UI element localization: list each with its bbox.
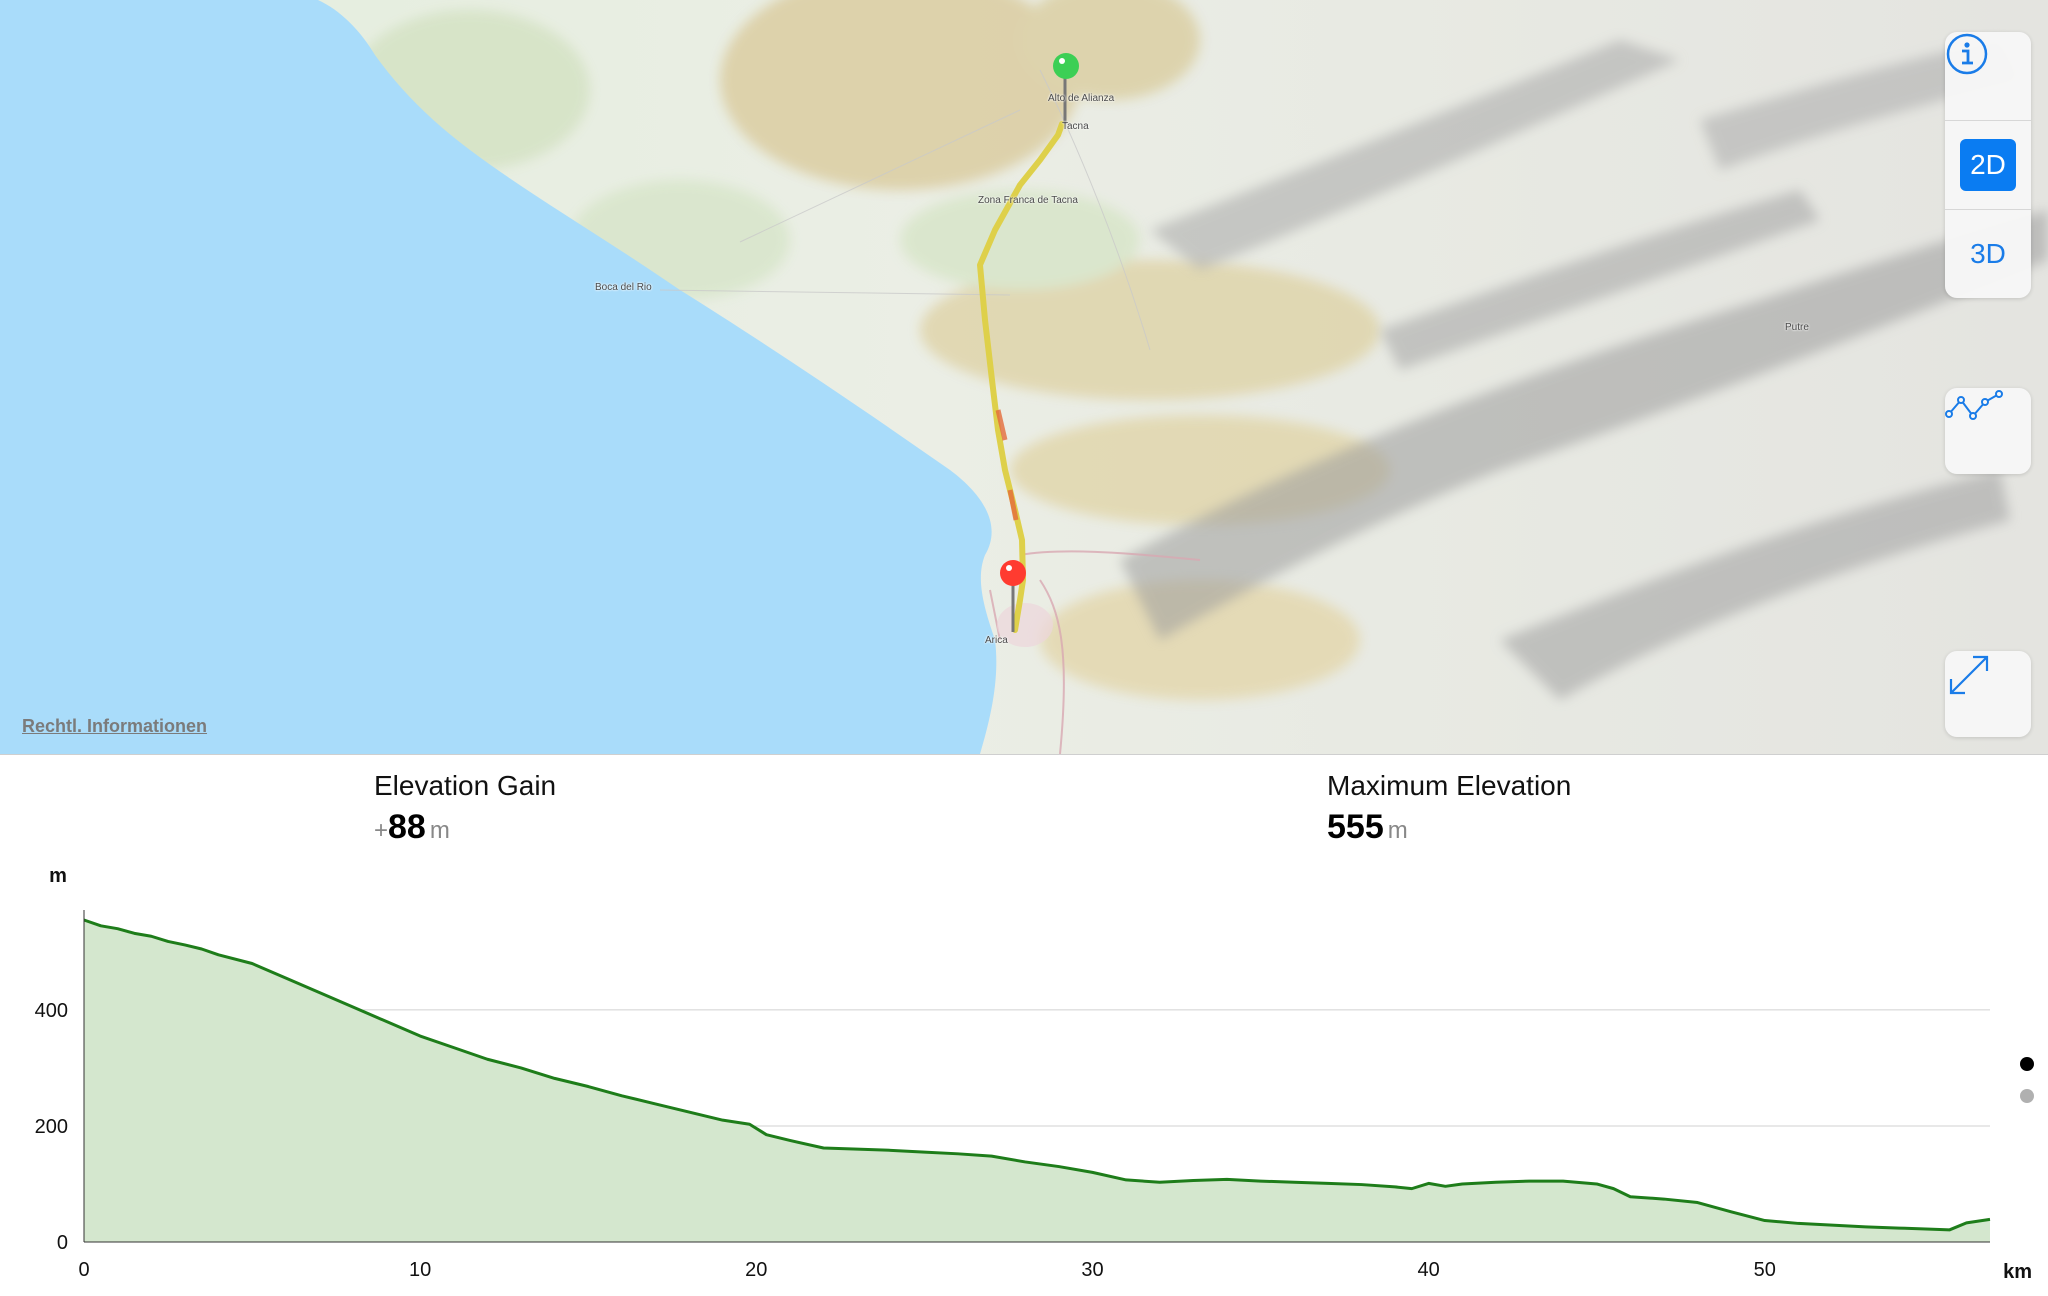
max-elevation-value: 555 bbox=[1327, 808, 1384, 846]
start-marker bbox=[1053, 53, 1079, 79]
x-axis-unit-label: km bbox=[2003, 1261, 2032, 1283]
mode-3d-button[interactable]: 3D bbox=[1945, 209, 2031, 298]
elevation-gain-value-line: +88 m bbox=[374, 808, 556, 847]
mode-2d-button[interactable]: 2D bbox=[1945, 120, 2031, 209]
elevation-button-inner bbox=[1945, 388, 2031, 474]
x-tick-label: 30 bbox=[1081, 1259, 1103, 1281]
max-elevation-unit: m bbox=[1387, 817, 1408, 844]
elevation-chart[interactable]: 0 200 400 0 10 20 30 40 50 m km bbox=[0, 860, 2048, 1296]
map-view[interactable]: Alto de Alianza Tacna Zona Franca de Tac… bbox=[0, 0, 2048, 754]
y-tick-label: 0 bbox=[57, 1232, 68, 1254]
x-tick-label: 10 bbox=[409, 1259, 431, 1281]
elevation-gain-prefix: + bbox=[374, 817, 389, 844]
elevation-profile-button[interactable] bbox=[1945, 388, 2031, 474]
y-tick-label: 400 bbox=[35, 1000, 68, 1022]
elevation-gain-label: Elevation Gain bbox=[374, 770, 557, 801]
place-label: Zona Franca de Tacna bbox=[978, 195, 1078, 206]
x-tick-label: 20 bbox=[745, 1259, 767, 1281]
mode-2d-label: 2D bbox=[1960, 139, 2016, 191]
max-elevation-stat: Maximum Elevation 555 m bbox=[1327, 770, 1571, 847]
legal-info-link[interactable]: Rechtl. Informationen bbox=[22, 716, 207, 737]
place-label: Boca del Rio bbox=[595, 282, 652, 293]
place-label: Alto de Alianza bbox=[1048, 93, 1115, 104]
x-tick-label: 0 bbox=[78, 1259, 89, 1281]
place-label: Arica bbox=[985, 635, 1008, 646]
mode-3d-label: 3D bbox=[1970, 238, 2006, 269]
max-elevation-value-line: 555 m bbox=[1327, 808, 1571, 847]
y-tick-label: 200 bbox=[35, 1116, 68, 1138]
map-mode-controls: 2D 3D bbox=[1945, 32, 2031, 298]
elevation-gain-value: 88 bbox=[388, 808, 426, 846]
page-dot-active[interactable] bbox=[2020, 1057, 2034, 1071]
x-tick-label: 40 bbox=[1417, 1259, 1439, 1281]
end-marker bbox=[1000, 560, 1026, 586]
elevation-gain-stat: Elevation Gain +88 m bbox=[374, 770, 556, 847]
place-label: Putre bbox=[1785, 322, 1809, 333]
place-label: Tacna bbox=[1062, 121, 1089, 132]
expand-button[interactable] bbox=[1945, 651, 2031, 737]
elevation-area bbox=[84, 920, 1990, 1242]
panel-divider bbox=[0, 754, 2048, 755]
expand-button-inner bbox=[1945, 651, 2031, 737]
elevation-gain-unit: m bbox=[429, 817, 450, 844]
map-terrain bbox=[0, 0, 2048, 754]
page-dot-inactive[interactable] bbox=[2020, 1089, 2034, 1103]
y-axis-unit-label: m bbox=[49, 865, 67, 887]
x-tick-label: 50 bbox=[1754, 1259, 1776, 1281]
info-button[interactable] bbox=[1945, 32, 2031, 120]
max-elevation-label: Maximum Elevation bbox=[1327, 770, 1572, 801]
